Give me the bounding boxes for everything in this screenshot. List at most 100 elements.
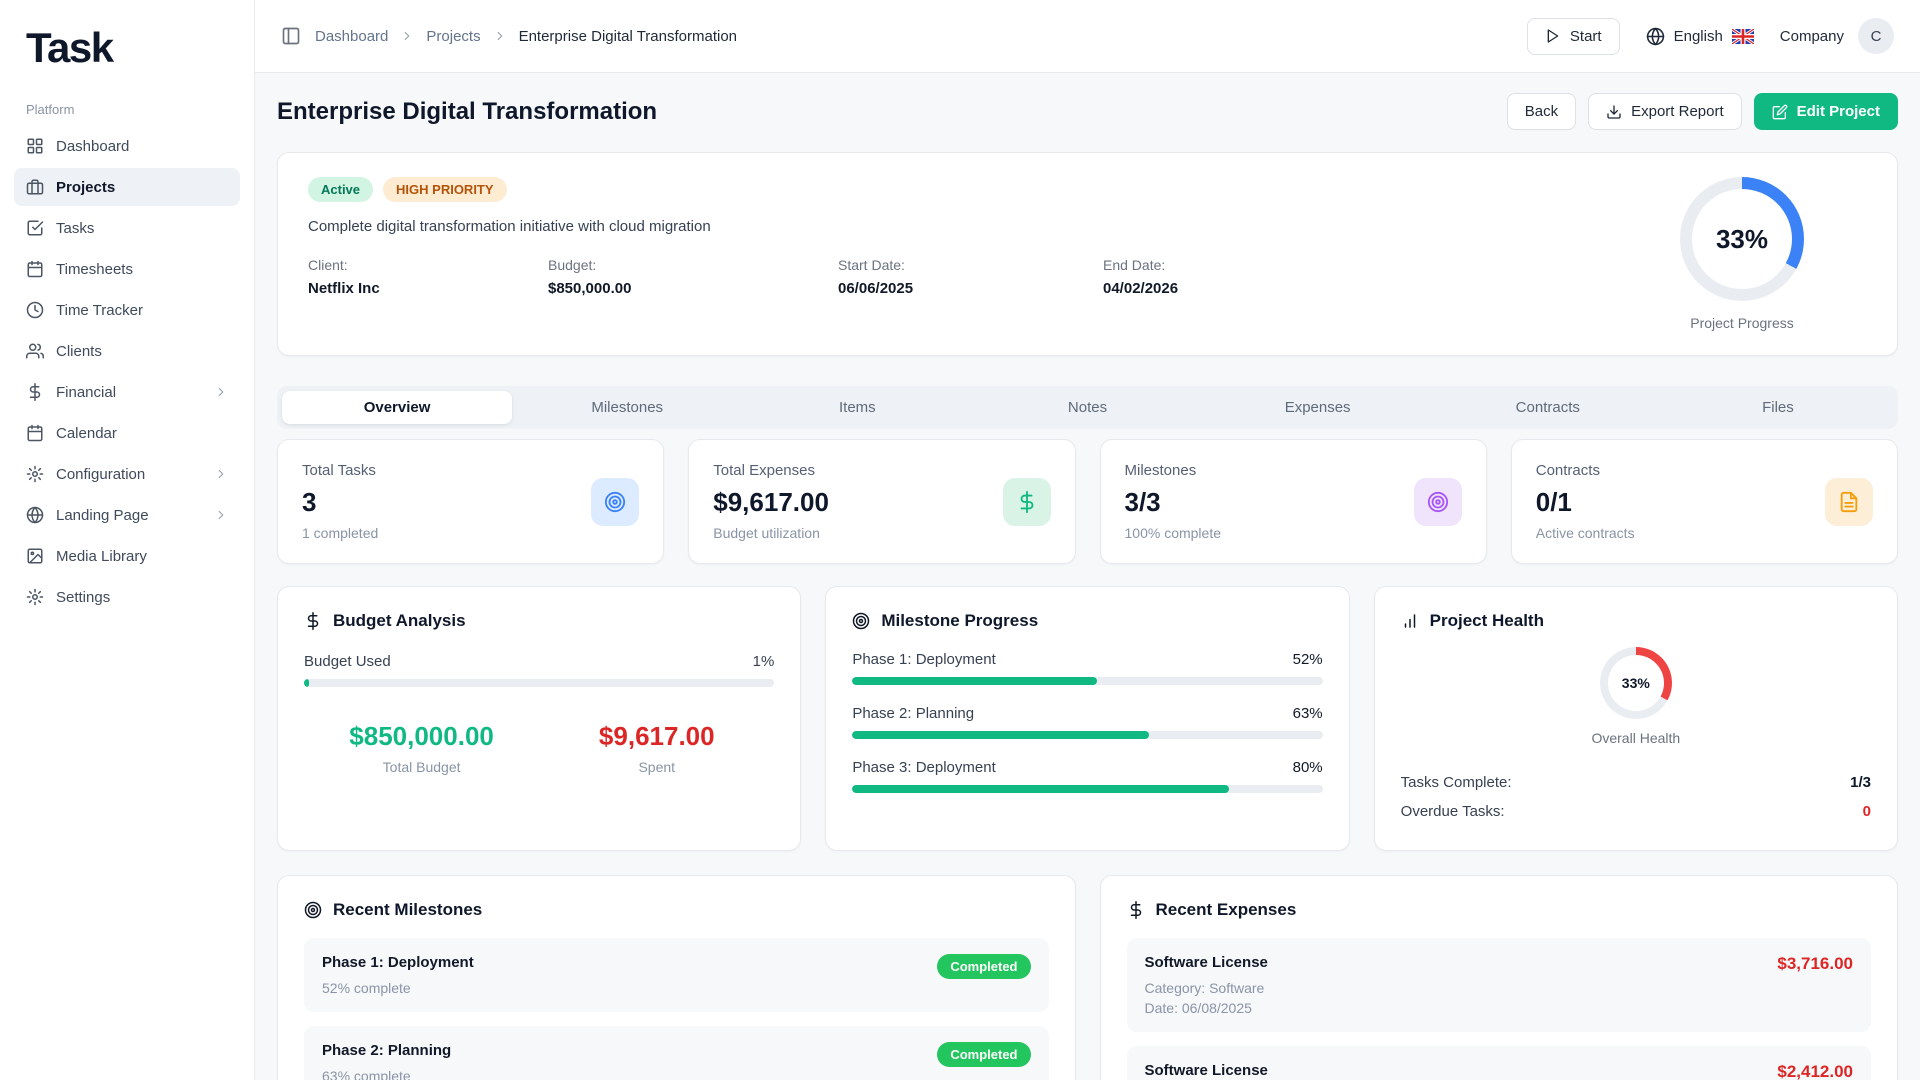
expense-amount: $2,412.00 <box>1777 1062 1853 1080</box>
platform-section-label: Platform <box>14 98 240 127</box>
image-icon <box>26 547 44 565</box>
dollar-icon <box>304 612 322 630</box>
topbar: Dashboard Projects Enterprise Digital Tr… <box>255 0 1920 73</box>
dollar-icon <box>1127 901 1145 919</box>
target-icon <box>852 612 870 630</box>
priority-badge: HIGH PRIORITY <box>383 177 507 202</box>
stat-card-total-tasks: Total Tasks 3 1 completed <box>277 439 664 564</box>
globe-icon <box>1646 27 1665 46</box>
milestone-list-item: Phase 2: Planning 63% complete Completed <box>304 1026 1049 1080</box>
health-row-overdue-tasks: Overdue Tasks: 0 <box>1401 797 1871 826</box>
recent-milestones-card: Recent Milestones Phase 1: Deployment 52… <box>277 875 1076 1080</box>
chevron-right-icon <box>214 385 228 399</box>
field-client: Client: Netflix Inc <box>308 257 548 297</box>
target-icon <box>1414 478 1462 526</box>
project-progress-value: 33% <box>1716 224 1768 255</box>
completed-badge: Completed <box>937 954 1030 979</box>
briefcase-icon <box>26 178 44 196</box>
status-badge: Active <box>308 177 373 202</box>
sidebar-item-time-tracker[interactable]: Time Tracker <box>14 291 240 329</box>
stat-card-total-expenses: Total Expenses $9,617.00 Budget utilizat… <box>688 439 1075 564</box>
calendar-icon <box>26 260 44 278</box>
tab-files[interactable]: Files <box>1663 391 1893 424</box>
expense-amount: $3,716.00 <box>1777 954 1853 974</box>
milestone-progress-row: Phase 3: Deployment 80% <box>852 759 1322 793</box>
bar-chart-icon <box>1401 612 1419 630</box>
spent-block: $9,617.00 Spent <box>539 721 774 775</box>
tab-expenses[interactable]: Expenses <box>1203 391 1433 424</box>
sidebar-item-label: Media Library <box>56 548 147 565</box>
edit-project-label: Edit Project <box>1797 103 1880 120</box>
export-report-button[interactable]: Export Report <box>1588 93 1742 130</box>
field-budget: Budget: $850,000.00 <box>548 257 838 297</box>
sidebar-item-label: Settings <box>56 589 110 606</box>
health-gauge-value: 33% <box>1622 675 1650 691</box>
milestone-bar <box>852 785 1322 793</box>
budget-used-pct: 1% <box>753 653 775 670</box>
sidebar-item-calendar[interactable]: Calendar <box>14 414 240 452</box>
sidebar-item-label: Timesheets <box>56 261 133 278</box>
sidebar-item-label: Financial <box>56 384 116 401</box>
project-tabs: Overview Milestones Items Notes Expenses… <box>277 386 1898 429</box>
sidebar-item-configuration[interactable]: Configuration <box>14 455 240 493</box>
company-menu: Company C <box>1780 18 1894 54</box>
sidebar-item-label: Dashboard <box>56 138 129 155</box>
milestone-list-item: Phase 1: Deployment 52% complete Complet… <box>304 938 1049 1012</box>
project-summary-card: Active HIGH PRIORITY Complete digital tr… <box>277 152 1898 356</box>
export-report-label: Export Report <box>1631 103 1724 120</box>
language-label: English <box>1674 28 1723 45</box>
sidebar-item-timesheets[interactable]: Timesheets <box>14 250 240 288</box>
sidebar-toggle-icon[interactable] <box>281 26 301 46</box>
download-icon <box>1606 104 1622 120</box>
project-progress-label: Project Progress <box>1690 315 1793 331</box>
total-budget-block: $850,000.00 Total Budget <box>304 721 539 775</box>
breadcrumb-dashboard[interactable]: Dashboard <box>315 28 388 45</box>
tab-milestones[interactable]: Milestones <box>512 391 742 424</box>
recent-expenses-card: Recent Expenses Software License Categor… <box>1100 875 1899 1080</box>
breadcrumb-projects[interactable]: Projects <box>426 28 480 45</box>
tab-overview[interactable]: Overview <box>282 391 512 424</box>
page-title: Enterprise Digital Transformation <box>277 98 657 126</box>
file-icon <box>1825 478 1873 526</box>
edit-project-button[interactable]: Edit Project <box>1754 93 1898 130</box>
milestone-bar <box>852 677 1322 685</box>
tab-contracts[interactable]: Contracts <box>1433 391 1663 424</box>
tab-items[interactable]: Items <box>742 391 972 424</box>
clock-icon <box>26 301 44 319</box>
chevron-right-icon <box>400 29 414 43</box>
tab-notes[interactable]: Notes <box>972 391 1202 424</box>
start-button[interactable]: Start <box>1527 18 1620 55</box>
project-description: Complete digital transformation initiati… <box>308 218 1617 235</box>
company-label: Company <box>1780 28 1844 45</box>
avatar[interactable]: C <box>1858 18 1894 54</box>
health-row-tasks-complete: Tasks Complete: 1/3 <box>1401 768 1871 797</box>
milestone-progress-title: Milestone Progress <box>881 611 1038 631</box>
back-button[interactable]: Back <box>1507 93 1576 130</box>
start-button-label: Start <box>1570 28 1602 45</box>
breadcrumb-current: Enterprise Digital Transformation <box>519 28 737 45</box>
field-end-date: End Date: 04/02/2026 <box>1103 257 1617 297</box>
project-health-card: Project Health 33% Overall Health Tasks … <box>1374 586 1898 851</box>
budget-used-bar <box>304 679 774 687</box>
sidebar-item-clients[interactable]: Clients <box>14 332 240 370</box>
stat-card-contracts: Contracts 0/1 Active contracts <box>1511 439 1898 564</box>
gear-icon <box>26 588 44 606</box>
language-selector[interactable]: English <box>1646 27 1754 46</box>
uk-flag-icon <box>1732 29 1754 44</box>
sidebar-item-label: Landing Page <box>56 507 149 524</box>
check-square-icon <box>26 219 44 237</box>
stat-card-milestones: Milestones 3/3 100% complete <box>1100 439 1487 564</box>
sidebar-item-landing-page[interactable]: Landing Page <box>14 496 240 534</box>
expense-list-item: Software License Category: Software Date… <box>1127 938 1872 1032</box>
sidebar-item-dashboard[interactable]: Dashboard <box>14 127 240 165</box>
sidebar-item-settings[interactable]: Settings <box>14 578 240 616</box>
recent-expenses-title: Recent Expenses <box>1156 900 1297 920</box>
sidebar-item-projects[interactable]: Projects <box>14 168 240 206</box>
sidebar-item-label: Configuration <box>56 466 145 483</box>
sidebar-item-tasks[interactable]: Tasks <box>14 209 240 247</box>
sidebar-item-financial[interactable]: Financial <box>14 373 240 411</box>
app-logo: Task <box>14 18 240 98</box>
sidebar-item-media-library[interactable]: Media Library <box>14 537 240 575</box>
users-icon <box>26 342 44 360</box>
dollar-icon <box>26 383 44 401</box>
